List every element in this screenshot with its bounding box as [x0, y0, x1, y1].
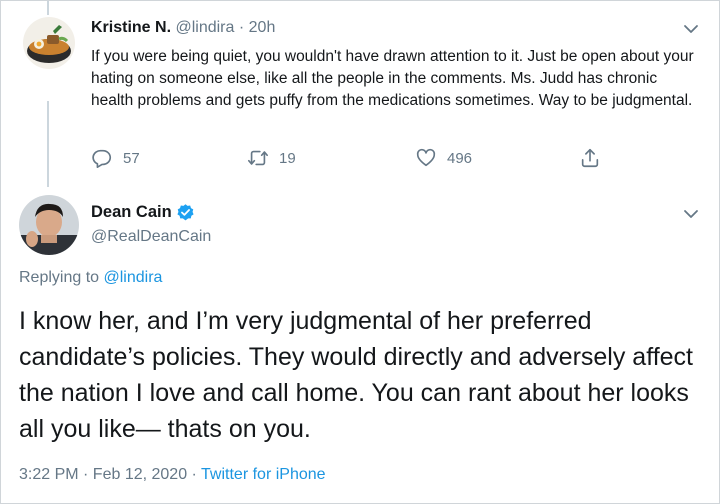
like-icon	[416, 148, 436, 167]
replying-to-link[interactable]: @lindira	[104, 269, 163, 286]
parent-tweet-text: If you were being quiet, you wouldn't ha…	[91, 48, 694, 109]
author-handle[interactable]: @lindira	[175, 19, 234, 36]
author-name[interactable]: Dean Cain	[91, 203, 172, 222]
tweet-time[interactable]: 20h	[249, 19, 276, 36]
like-count: 496	[447, 149, 473, 167]
retweet-count: 19	[279, 149, 296, 167]
chevron-down-icon[interactable]	[683, 21, 699, 33]
retweet-icon	[248, 150, 268, 166]
share-icon	[581, 148, 599, 168]
avatar[interactable]	[23, 17, 75, 69]
thread-connector-top	[47, 1, 49, 15]
share-button[interactable]	[579, 147, 611, 169]
author-name[interactable]: Kristine N.	[91, 19, 171, 36]
thread-connector	[47, 101, 49, 187]
tweet-thread-container: Kristine N. @lindira · 20h If you were b…	[0, 0, 720, 504]
like-button[interactable]: 496	[415, 147, 472, 169]
author-name-row: Dean Cain	[91, 203, 195, 222]
replying-label: Replying to	[19, 269, 100, 286]
reply-count: 57	[123, 149, 140, 167]
chevron-down-icon[interactable]	[683, 206, 699, 218]
parent-tweet-header: Kristine N. @lindira · 20h	[91, 19, 275, 37]
verified-badge-icon	[177, 204, 194, 221]
tweet-meta: 3:22 PM · Feb 12, 2020 · Twitter for iPh…	[19, 466, 326, 484]
timestamp[interactable]: 3:22 PM · Feb 12, 2020 ·	[19, 466, 197, 483]
main-tweet-text: I know her, and I’m very judgmental of h…	[19, 307, 693, 443]
avatar[interactable]	[19, 195, 79, 255]
author-handle[interactable]: @RealDeanCain	[91, 228, 211, 246]
reply-button[interactable]: 57	[91, 147, 140, 169]
replying-to: Replying to @lindira	[19, 269, 162, 287]
source-link[interactable]: Twitter for iPhone	[201, 466, 326, 483]
tweet-actions: 57 19 496	[1, 147, 720, 173]
reply-icon	[92, 149, 112, 168]
separator: ·	[238, 19, 245, 36]
retweet-button[interactable]: 19	[247, 147, 296, 169]
